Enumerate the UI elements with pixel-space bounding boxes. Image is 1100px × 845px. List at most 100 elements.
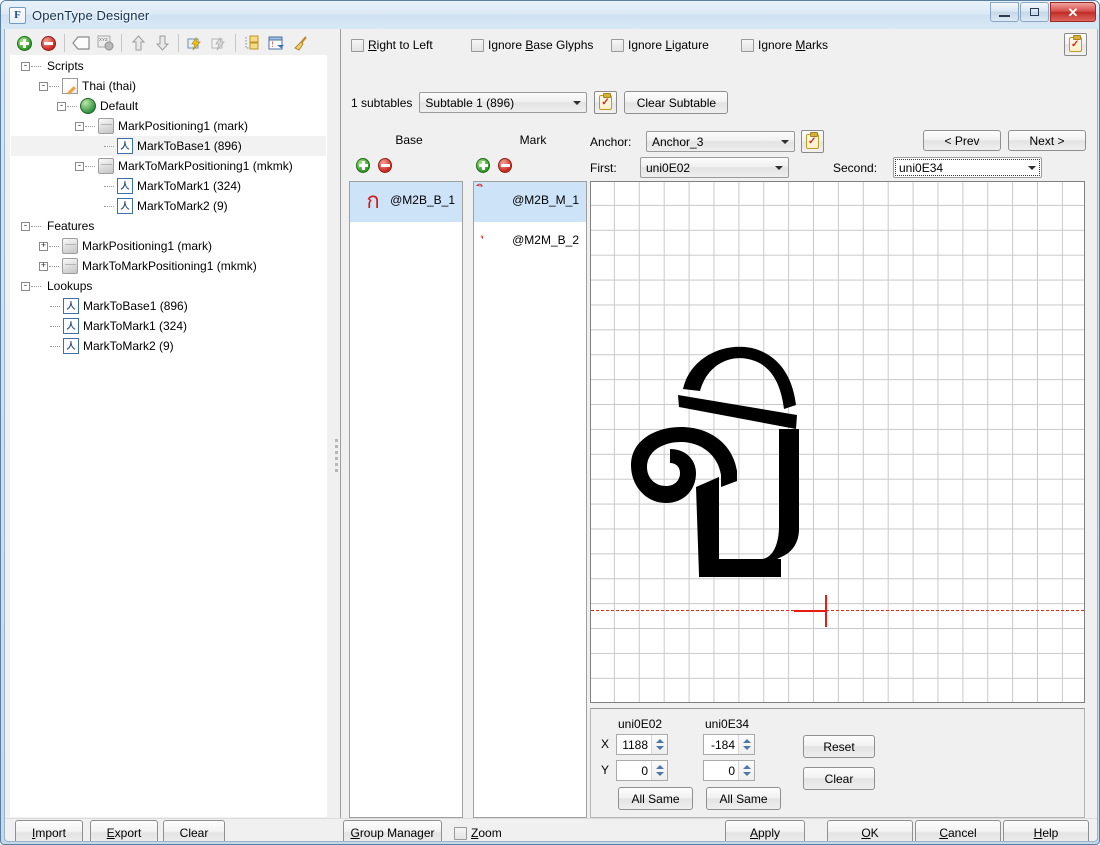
tree-expander[interactable]: - xyxy=(39,81,48,91)
second-y-spin-arrows[interactable] xyxy=(738,761,754,780)
second-x-spin-arrows[interactable] xyxy=(738,735,754,754)
checkbox-ignore-ligature[interactable]: Ignore Ligature xyxy=(611,38,741,52)
anchor-select[interactable]: Anchor_3 xyxy=(646,131,795,152)
add-icon[interactable] xyxy=(13,32,35,54)
tree-node[interactable]: MarkToBase1 (896) xyxy=(11,296,326,316)
tree-node[interactable]: MarkToMark1 (324) xyxy=(11,176,326,196)
checkbox-ignore-base-glyphs[interactable]: Ignore Base Glyphs xyxy=(471,38,611,52)
tree-expander[interactable]: - xyxy=(57,101,66,111)
tree-node[interactable]: + MarkToMarkPositioning1 (mkmk) xyxy=(11,256,326,276)
chevron-down-icon[interactable] xyxy=(568,94,585,111)
pane-splitter[interactable] xyxy=(332,29,342,819)
help-button[interactable]: Help xyxy=(1003,820,1089,841)
splitter-grip[interactable] xyxy=(335,439,338,477)
first-all-same-button[interactable]: All Same xyxy=(618,787,693,810)
tree-node[interactable]: - Thai (thai) xyxy=(11,76,326,96)
first-y-spin-arrows[interactable] xyxy=(651,761,667,780)
clear-anchor-button[interactable]: Clear xyxy=(803,767,875,790)
checkbox-box[interactable] xyxy=(454,826,467,840)
list-item[interactable]: ก @M2B_B_1 xyxy=(350,182,462,222)
tree-expander[interactable]: - xyxy=(21,281,30,291)
reset-button[interactable]: Reset xyxy=(803,735,875,758)
second-all-same-button[interactable]: All Same xyxy=(706,787,781,810)
first-x-spin-arrows[interactable] xyxy=(651,735,667,754)
tree-expander[interactable]: - xyxy=(75,121,84,131)
list-item[interactable]: ิ @M2B_M_1 xyxy=(474,182,586,222)
tree-node[interactable]: - Scripts xyxy=(11,56,326,76)
first-y-value[interactable]: 0 xyxy=(617,764,651,778)
xyz-properties-icon[interactable]: XYZ xyxy=(94,32,116,54)
cancel-button[interactable]: Cancel xyxy=(915,820,1001,841)
checkbox-box[interactable] xyxy=(611,38,624,52)
tree-expander[interactable]: - xyxy=(21,61,30,71)
tree-node[interactable]: - MarkToMarkPositioning1 (mkmk) xyxy=(11,156,326,176)
add-base-icon[interactable] xyxy=(355,157,371,173)
compile-lightning-icon[interactable] xyxy=(184,32,206,54)
checkbox-right-to-left[interactable]: Right to Left xyxy=(351,38,471,52)
first-x-value[interactable]: 1188 xyxy=(617,738,651,752)
clear-subtable-button[interactable]: Clear Subtable xyxy=(624,91,729,114)
checkbox-box[interactable] xyxy=(351,38,364,52)
next-anchor-button[interactable]: Next > xyxy=(1008,130,1086,151)
copy-subtable-clipboard-button[interactable] xyxy=(594,91,618,114)
tree-expander[interactable]: + xyxy=(39,241,48,251)
tree-node[interactable]: - Default xyxy=(11,96,326,116)
feature-tree[interactable]: - Scripts - Thai (thai) - Default - MarkPositio… xyxy=(10,55,327,817)
base-glyph-list[interactable]: ก @M2B_B_1 xyxy=(349,181,463,818)
clipboard-check-icon xyxy=(1069,35,1082,52)
checkbox-box[interactable] xyxy=(741,38,754,52)
export-button[interactable]: Export xyxy=(90,820,158,841)
move-down-icon[interactable] xyxy=(151,32,173,54)
import-button[interactable]: Import xyxy=(15,820,83,841)
tree-node[interactable]: MarkToMark2 (9) xyxy=(11,336,326,356)
chevron-down-icon[interactable] xyxy=(776,133,793,150)
move-up-icon[interactable] xyxy=(127,32,149,54)
tree-expander[interactable]: - xyxy=(21,221,30,231)
first-y-stepper[interactable]: 0 xyxy=(616,760,668,781)
list-item[interactable]: ุ @M2M_B_2 xyxy=(474,222,586,262)
checkbox-box[interactable] xyxy=(471,38,484,52)
tree-node[interactable]: + MarkPositioning1 (mark) xyxy=(11,236,326,256)
rename-tag-icon[interactable] xyxy=(70,32,92,54)
tree-node[interactable]: MarkToMark1 (324) xyxy=(11,316,326,336)
checkbox-zoom[interactable]: Zoom xyxy=(454,826,502,840)
remove-base-icon[interactable] xyxy=(377,157,393,173)
maximize-button[interactable] xyxy=(1020,2,1049,22)
prev-anchor-button[interactable]: < Prev xyxy=(923,130,1001,151)
close-button[interactable]: ✕ xyxy=(1050,2,1096,22)
tree-node[interactable]: - MarkPositioning1 (mark) xyxy=(11,116,326,136)
tree-expander[interactable]: - xyxy=(75,161,84,171)
apply-button[interactable]: Apply xyxy=(725,820,805,841)
second-y-stepper[interactable]: 0 xyxy=(703,760,755,781)
tree-node[interactable]: MarkToMark2 (9) xyxy=(11,196,326,216)
second-x-value[interactable]: -184 xyxy=(704,738,738,752)
ok-button[interactable]: OK xyxy=(827,820,913,841)
copy-anchor-clipboard-button[interactable] xyxy=(801,130,824,153)
subtable-select[interactable]: Subtable 1 (896) xyxy=(419,92,588,113)
broom-clean-icon[interactable] xyxy=(289,32,311,54)
chevron-down-icon[interactable] xyxy=(1023,159,1040,176)
checkbox-ignore-marks[interactable]: Ignore Marks xyxy=(741,38,828,52)
tree-expander[interactable]: + xyxy=(39,261,48,271)
remove-mark-icon[interactable] xyxy=(497,157,513,173)
mark-glyph-list[interactable]: ิ @M2B_M_1ุ @M2M_B_2 xyxy=(473,181,587,818)
chevron-down-icon[interactable] xyxy=(770,159,787,176)
first-glyph-select[interactable]: uni0E02 xyxy=(640,157,789,178)
second-y-value[interactable]: 0 xyxy=(704,764,738,778)
tree-node[interactable]: - Features xyxy=(11,216,326,236)
tree-node[interactable]: - Lookups xyxy=(11,276,326,296)
clear-button[interactable]: Clear xyxy=(163,820,225,841)
second-x-stepper[interactable]: -184 xyxy=(703,734,755,755)
compile-all-icon[interactable] xyxy=(208,32,230,54)
second-glyph-select[interactable]: uni0E34 xyxy=(893,157,1042,178)
tree-node[interactable]: MarkToBase1 (896) xyxy=(11,136,326,156)
edit-lookup-icon[interactable]: ! xyxy=(265,32,287,54)
remove-icon[interactable] xyxy=(37,32,59,54)
glyph-preview-canvas[interactable] xyxy=(590,181,1085,703)
expand-tree-icon[interactable] xyxy=(241,32,263,54)
copy-lookup-clipboard-button[interactable] xyxy=(1064,33,1087,56)
minimize-button[interactable] xyxy=(990,2,1019,22)
group-manager-button[interactable]: Group Manager xyxy=(343,820,442,841)
add-mark-icon[interactable] xyxy=(475,157,491,173)
first-x-stepper[interactable]: 1188 xyxy=(616,734,668,755)
